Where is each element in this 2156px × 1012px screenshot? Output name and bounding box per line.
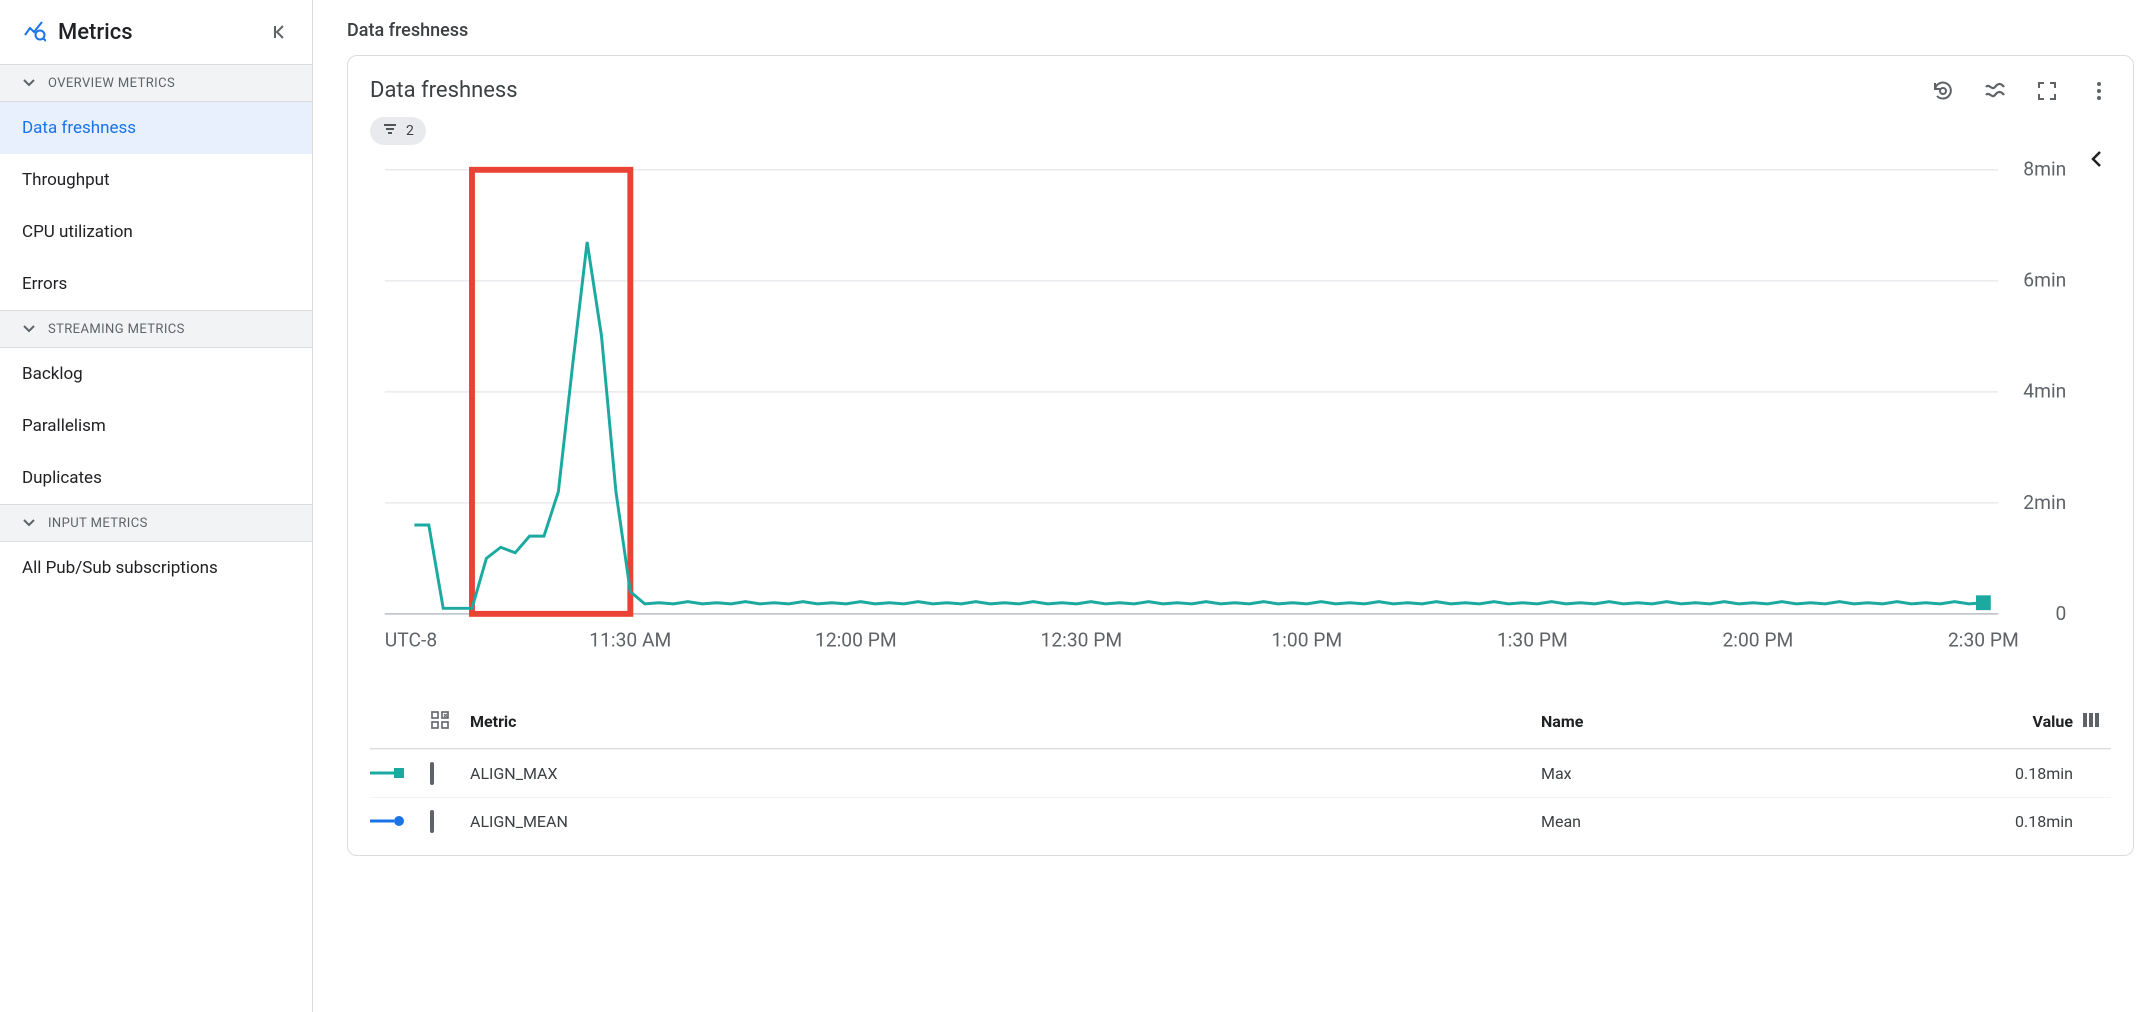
svg-text:6min: 6min bbox=[2023, 269, 2066, 292]
svg-text:0: 0 bbox=[2055, 602, 2066, 625]
sidebar-item-parallelism[interactable]: Parallelism bbox=[0, 400, 312, 452]
chart-card: Data freshness bbox=[347, 55, 2134, 856]
table-header: Metric Name Value bbox=[370, 696, 2111, 749]
card-title: Data freshness bbox=[370, 78, 518, 103]
row-checkbox[interactable] bbox=[430, 762, 434, 785]
sidebar-item-backlog[interactable]: Backlog bbox=[0, 348, 312, 400]
svg-text:2:00 PM: 2:00 PM bbox=[1722, 628, 1793, 651]
legend-glyph-mean bbox=[370, 814, 404, 828]
legend-glyph-max bbox=[370, 766, 404, 780]
sidebar-item-throughput[interactable]: Throughput bbox=[0, 154, 312, 206]
legend-toggle-button[interactable] bbox=[1983, 79, 2007, 103]
line-chart[interactable]: 0 2min 4min 6min 8min UTC-8 11:30 AM 12:00 PM 12… bbox=[370, 155, 2087, 688]
metric-label: ALIGN_MEAN bbox=[470, 812, 1541, 831]
sidebar-item-data-freshness[interactable]: Data freshness bbox=[0, 102, 312, 154]
value-label: 0.18min bbox=[1921, 764, 2081, 783]
sidebar-item-pubsub-subscriptions[interactable]: All Pub/Sub subscriptions bbox=[0, 542, 312, 594]
section-header-streaming[interactable]: STREAMING METRICS bbox=[0, 310, 312, 348]
sidebar-item-cpu-utilization[interactable]: CPU utilization bbox=[0, 206, 312, 258]
col-metric: Metric bbox=[470, 712, 1541, 731]
svg-text:1:00 PM: 1:00 PM bbox=[1271, 628, 1342, 651]
sidebar-header: Metrics bbox=[0, 0, 312, 64]
chart-area[interactable]: 0 2min 4min 6min 8min UTC-8 11:30 AM 12:00 PM 12… bbox=[370, 155, 2087, 688]
filter-chip[interactable]: 2 bbox=[370, 117, 426, 145]
row-checkbox[interactable] bbox=[430, 810, 434, 833]
svg-text:12:30 PM: 12:30 PM bbox=[1041, 628, 1123, 651]
metric-table: Metric Name Value ALIGN_MAX Max 0.18min bbox=[370, 696, 2111, 845]
svg-text:11:30 AM: 11:30 AM bbox=[589, 628, 671, 651]
svg-text:4min: 4min bbox=[2023, 380, 2066, 403]
page-heading: Data freshness bbox=[313, 0, 2156, 55]
collapse-sidebar-button[interactable] bbox=[266, 20, 290, 44]
collapse-chart-button[interactable] bbox=[2087, 149, 2111, 173]
chevron-down-icon bbox=[22, 515, 38, 531]
columns-icon[interactable] bbox=[2081, 710, 2111, 734]
section-header-overview[interactable]: OVERVIEW METRICS bbox=[0, 64, 312, 102]
sidebar-item-duplicates[interactable]: Duplicates bbox=[0, 452, 312, 504]
svg-text:8min: 8min bbox=[2023, 158, 2066, 181]
section-label: INPUT METRICS bbox=[48, 516, 148, 531]
svg-text:2min: 2min bbox=[2023, 491, 2066, 514]
name-label: Max bbox=[1541, 764, 1921, 783]
reset-zoom-button[interactable] bbox=[1931, 79, 1955, 103]
name-label: Mean bbox=[1541, 812, 1921, 831]
section-label: OVERVIEW METRICS bbox=[48, 76, 175, 91]
sidebar: Metrics OVERVIEW METRICS Data freshness … bbox=[0, 0, 313, 1012]
table-row: ALIGN_MAX Max 0.18min bbox=[370, 749, 2111, 797]
svg-text:12:00 PM: 12:00 PM bbox=[815, 628, 897, 651]
chevron-down-icon bbox=[22, 321, 38, 337]
chevron-down-icon bbox=[22, 75, 38, 91]
section-header-input[interactable]: INPUT METRICS bbox=[0, 504, 312, 542]
col-name: Name bbox=[1541, 712, 1921, 731]
fullscreen-button[interactable] bbox=[2035, 79, 2059, 103]
svg-text:2:30 PM: 2:30 PM bbox=[1948, 628, 2019, 651]
section-label: STREAMING METRICS bbox=[48, 322, 185, 337]
value-label: 0.18min bbox=[1921, 812, 2081, 831]
table-row: ALIGN_MEAN Mean 0.18min bbox=[370, 797, 2111, 845]
more-options-button[interactable] bbox=[2087, 79, 2111, 103]
filter-count: 2 bbox=[406, 123, 414, 139]
main-content: Data freshness Data freshness bbox=[313, 0, 2156, 1012]
sidebar-title: Metrics bbox=[58, 20, 133, 45]
metric-label: ALIGN_MAX bbox=[470, 764, 1541, 783]
metrics-icon bbox=[22, 18, 46, 46]
filter-icon bbox=[382, 121, 398, 141]
svg-text:UTC-8: UTC-8 bbox=[385, 628, 437, 651]
col-value: Value bbox=[1921, 712, 2081, 731]
grid-view-icon[interactable] bbox=[430, 710, 470, 734]
sidebar-item-errors[interactable]: Errors bbox=[0, 258, 312, 310]
svg-text:1:30 PM: 1:30 PM bbox=[1497, 628, 1568, 651]
